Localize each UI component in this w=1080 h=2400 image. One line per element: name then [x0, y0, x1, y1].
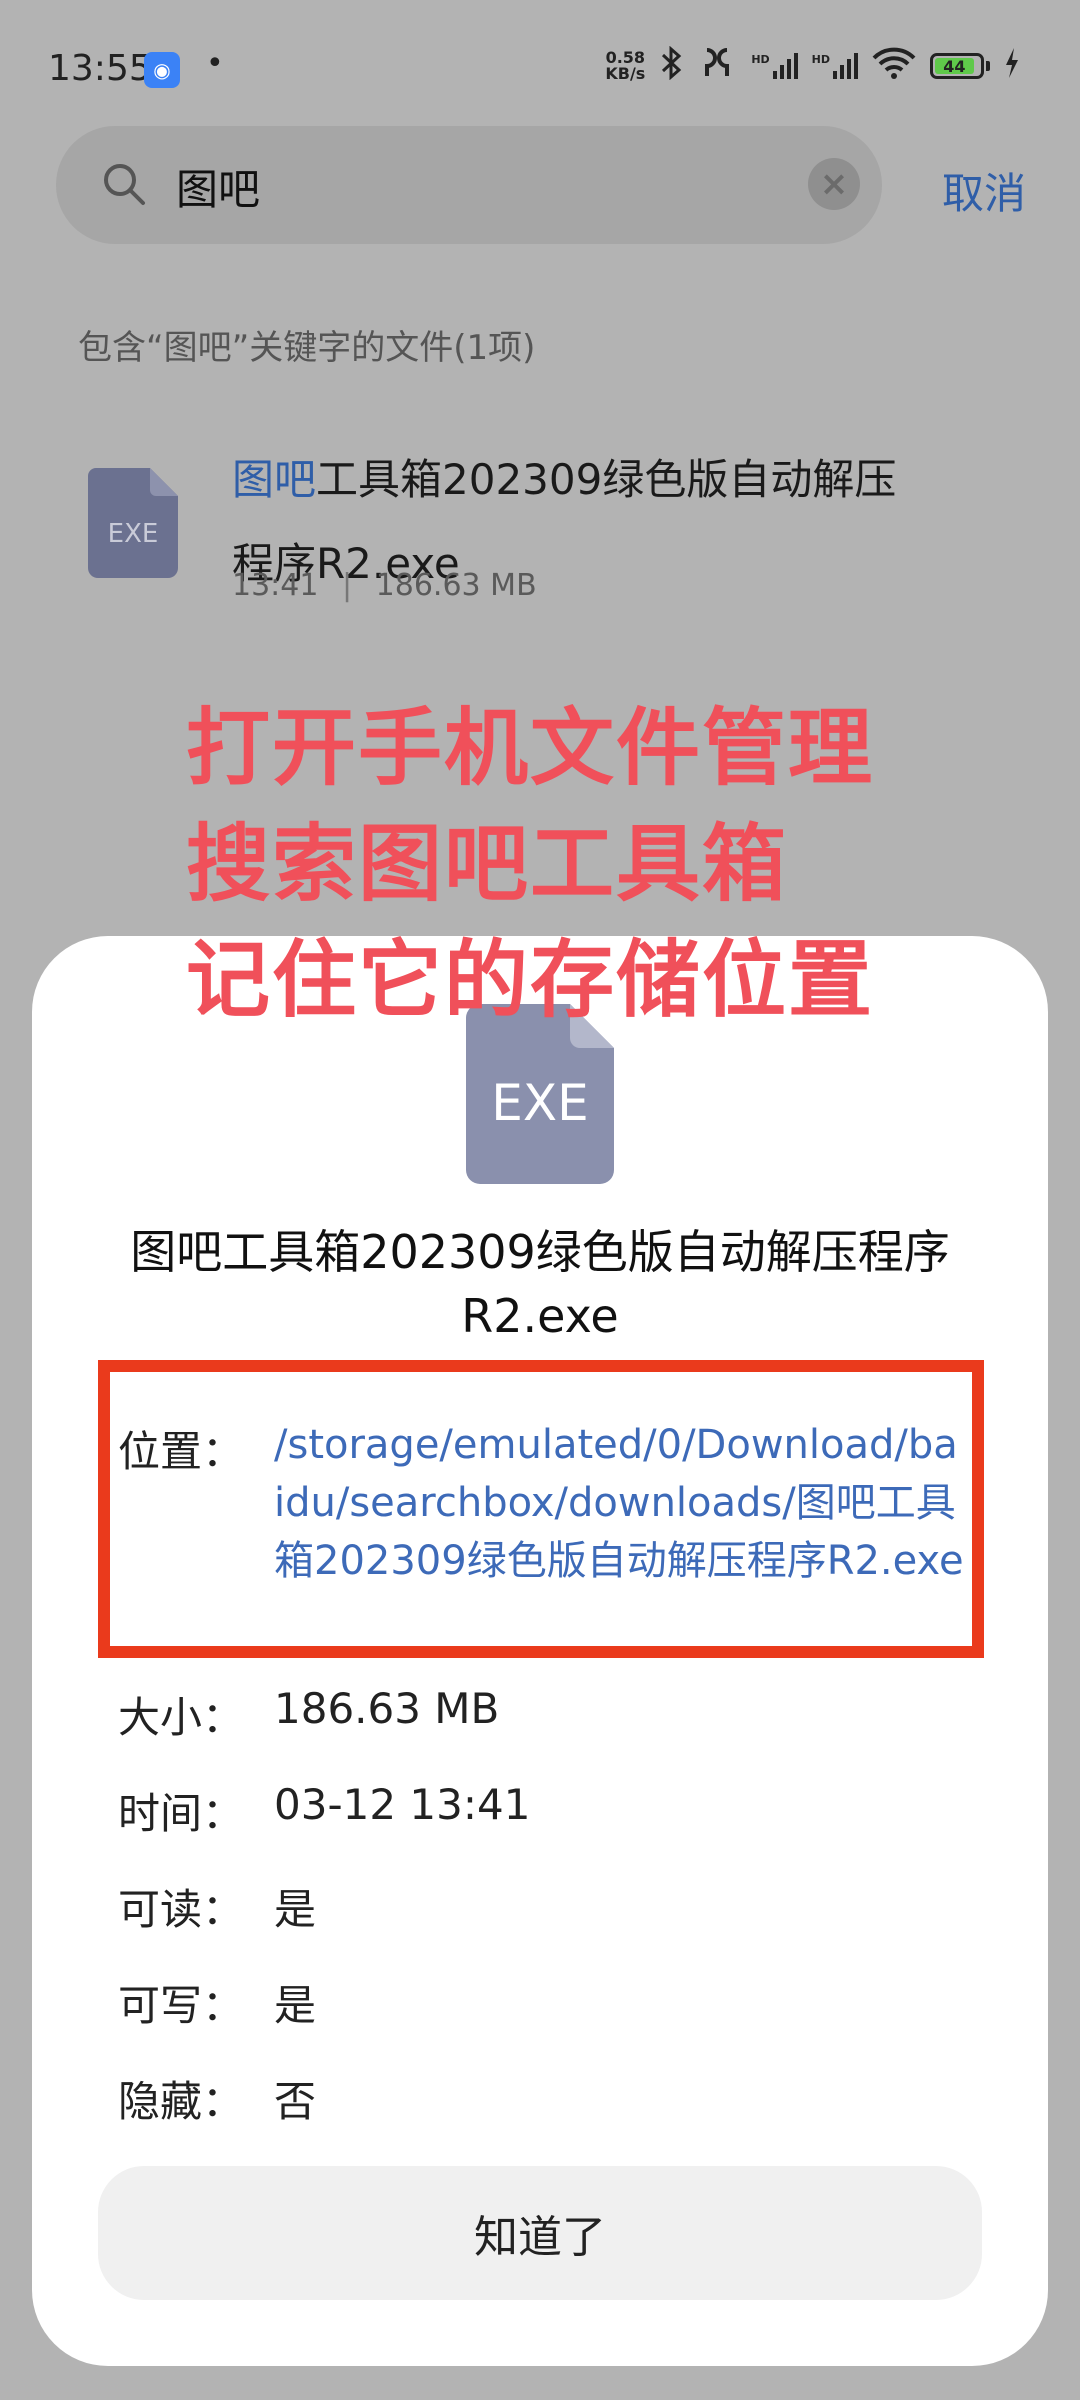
readable-value: 是 — [274, 1885, 317, 1934]
annotation-line-3: 记住它的存储位置 — [186, 931, 875, 1029]
signal-icon-2: HD — [812, 53, 858, 79]
result-item-meta: 13:41 | 186.63 MB — [232, 568, 537, 603]
size-value: 186.63 MB — [274, 1684, 500, 1733]
signal-icon: HD — [751, 53, 798, 79]
status-icons: 0.58 KB/s HD HD 44 — [605, 45, 1020, 86]
search-input[interactable]: 图吧 — [176, 156, 260, 217]
time-label: 时间： — [118, 1789, 245, 1838]
title-highlight: 图吧 — [232, 455, 317, 504]
ok-button[interactable]: 知道了 — [98, 2166, 982, 2300]
wifi-icon — [872, 46, 916, 86]
annotation-line-2: 搜索图吧工具箱 — [186, 815, 789, 913]
status-time: 13:55 — [48, 48, 152, 89]
exe-file-icon: EXE — [88, 468, 178, 578]
dialog-title: 图吧工具箱202309绿色版自动解压程序R2.exe — [130, 1225, 950, 1343]
charging-icon — [1004, 48, 1020, 84]
hidden-value: 否 — [274, 2077, 317, 2126]
search-icon — [100, 160, 148, 208]
svg-text:EXE: EXE — [491, 1074, 588, 1132]
notification-dot: • — [206, 46, 224, 81]
results-header: 包含“图吧”关键字的文件(1项) — [78, 328, 536, 368]
location-label: 位置： — [118, 1427, 245, 1476]
hotspot-icon: ◉ — [144, 52, 180, 88]
svg-text:EXE: EXE — [108, 519, 159, 549]
hidden-label: 隐藏： — [118, 2077, 245, 2126]
close-icon: × — [819, 164, 849, 204]
location-path[interactable]: /storage/emulated/0/Download/baidu/searc… — [274, 1416, 964, 1590]
time-value: 03-12 13:41 — [274, 1780, 531, 1829]
net-speed: 0.58 KB/s — [605, 48, 646, 83]
size-label: 大小： — [118, 1693, 245, 1742]
battery-icon: 44 — [930, 53, 990, 79]
writable-value: 是 — [274, 1981, 317, 2030]
writable-label: 可写： — [118, 1981, 245, 2030]
bluetooth-icon — [659, 45, 683, 86]
cancel-button[interactable]: 取消 — [942, 160, 1026, 221]
readable-label: 可读： — [118, 1885, 245, 1934]
earbuds-icon — [697, 46, 737, 86]
clear-search-button[interactable]: × — [808, 158, 860, 210]
annotation-line-1: 打开手机文件管理 — [186, 699, 875, 797]
